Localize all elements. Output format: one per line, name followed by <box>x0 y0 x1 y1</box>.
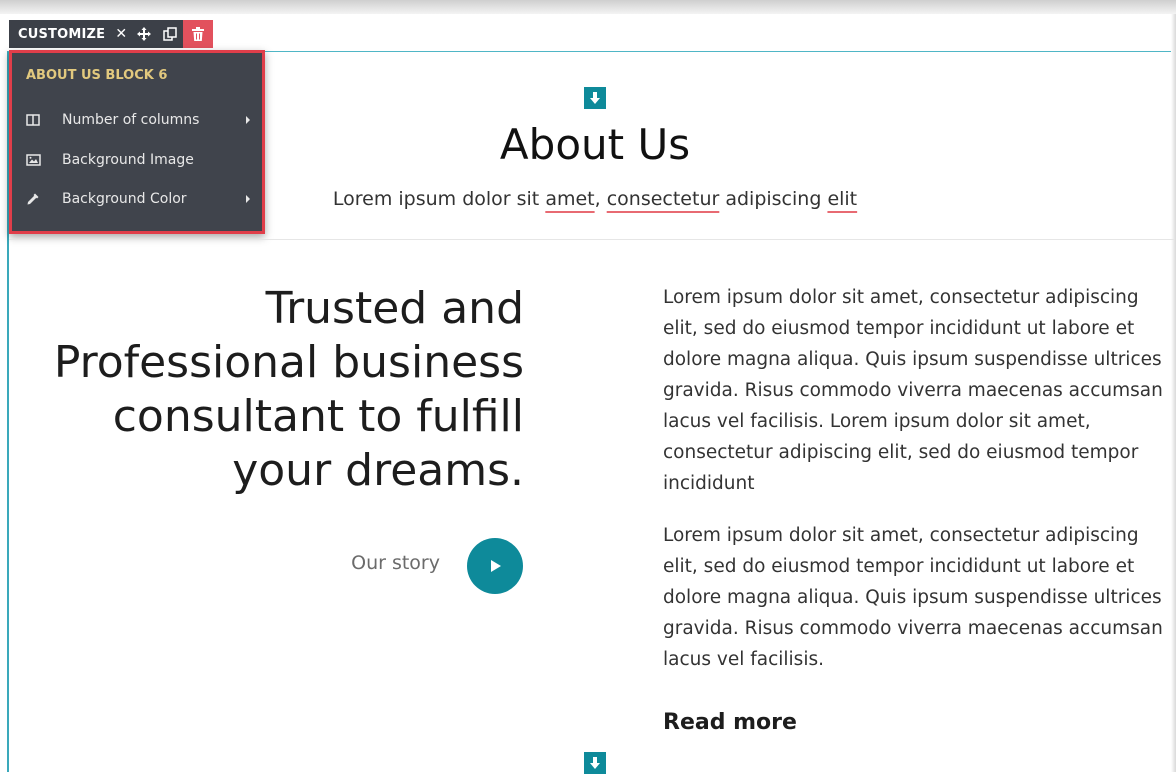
image-icon <box>26 154 41 166</box>
section-divider <box>9 239 1174 240</box>
menu-item-label: Number of columns <box>62 112 200 128</box>
duplicate-icon <box>163 27 178 41</box>
arrow-down-icon[interactable] <box>584 752 606 774</box>
paragraph-2: Lorem ipsum dolor sit amet, consectetur … <box>663 525 1163 670</box>
section-title: About Us <box>499 120 691 169</box>
spellcheck-word: amet <box>545 188 595 210</box>
menu-item-background-image[interactable]: Background Image <box>12 145 262 175</box>
chevron-right-icon <box>246 116 250 124</box>
paragraph-1: Lorem ipsum dolor sit amet, consectetur … <box>663 287 1163 494</box>
trash-icon <box>192 27 205 41</box>
arrow-down-glyph <box>590 757 600 769</box>
editor-top-bar <box>0 0 1176 14</box>
play-icon <box>491 560 501 572</box>
menu-item-label: Background Color <box>62 191 187 207</box>
customize-menu: ABOUT US BLOCK 6 Number of columns Backg… <box>9 50 265 234</box>
menu-item-background-color[interactable]: Background Color <box>12 184 262 214</box>
spellcheck-word: elit <box>827 188 858 210</box>
play-button[interactable] <box>467 538 523 594</box>
customize-title[interactable]: CUSTOMIZE <box>9 20 111 48</box>
subtitle-text: , <box>594 188 607 210</box>
our-story-link[interactable]: Our story <box>300 552 440 574</box>
section-subtitle: Lorem ipsum dolor sit amet, consectetur … <box>290 188 900 210</box>
read-more-link[interactable]: Read more <box>663 710 797 735</box>
move-button[interactable] <box>131 20 157 48</box>
left-heading: Trusted and Professional business consul… <box>53 283 524 496</box>
spellcheck-word: consectetur <box>606 188 720 210</box>
delete-button[interactable] <box>183 20 214 48</box>
menu-item-label: Background Image <box>62 152 194 168</box>
close-button[interactable]: ✕ <box>111 20 131 48</box>
subtitle-text: Lorem ipsum dolor sit <box>332 188 546 210</box>
duplicate-button[interactable] <box>157 20 183 48</box>
editor-right-edge <box>1171 14 1176 772</box>
move-icon <box>137 27 152 41</box>
eyedropper-icon <box>27 193 39 205</box>
subtitle-text: adipiscing <box>719 188 828 210</box>
close-icon: ✕ <box>115 26 128 42</box>
chevron-right-icon <box>246 195 250 203</box>
menu-title: ABOUT US BLOCK 6 <box>26 68 168 83</box>
arrow-down-glyph <box>590 92 600 104</box>
columns-icon <box>26 114 40 126</box>
customize-toolbar: CUSTOMIZE ✕ <box>9 20 214 48</box>
arrow-down-icon[interactable] <box>584 87 606 109</box>
menu-item-number-of-columns[interactable]: Number of columns <box>12 105 262 135</box>
